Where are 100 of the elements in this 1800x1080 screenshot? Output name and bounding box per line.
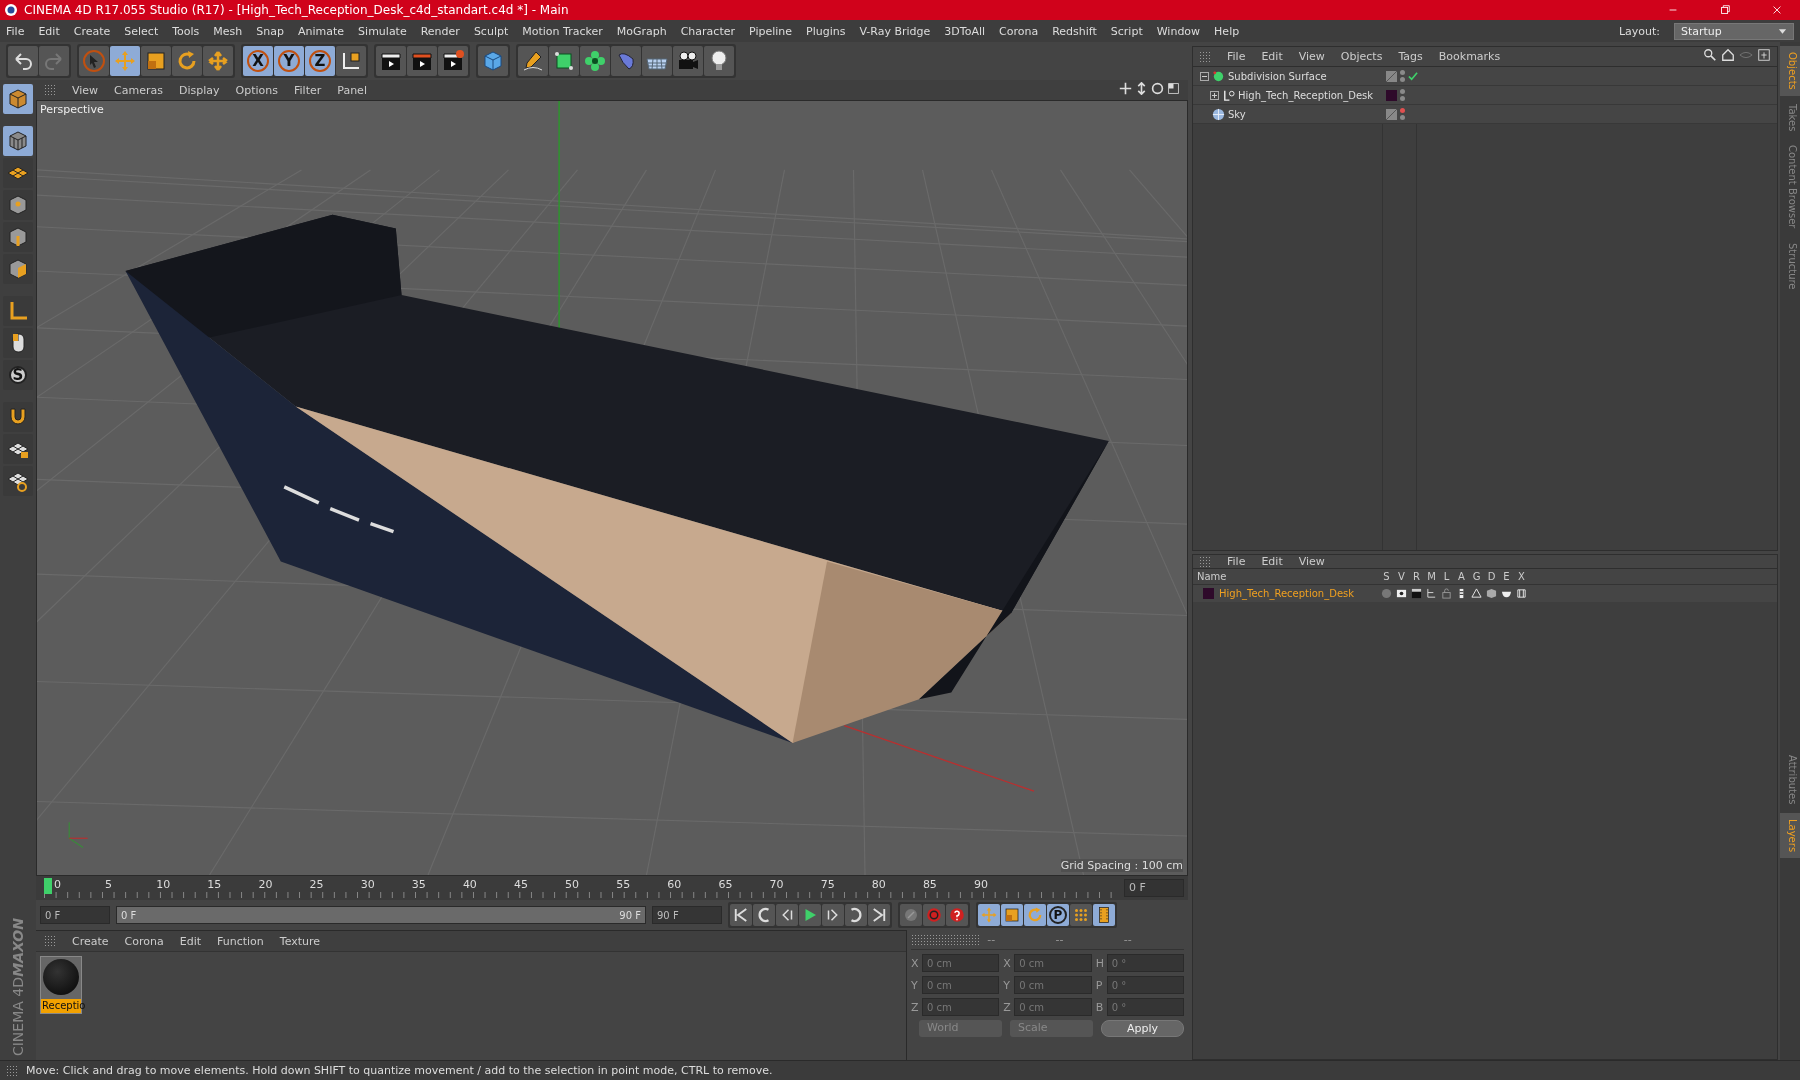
floor-grid-icon[interactable]: [642, 46, 672, 76]
menu-item[interactable]: Texture: [279, 934, 321, 948]
menu-item[interactable]: View: [1298, 50, 1325, 63]
object-name[interactable]: Subdivision Surface: [1228, 70, 1327, 82]
object-name[interactable]: High_Tech_Reception_Desk: [1238, 89, 1374, 101]
undo-icon[interactable]: [8, 46, 38, 76]
eye-icon[interactable]: [1394, 588, 1409, 599]
start-frame-field[interactable]: 0 F: [40, 906, 110, 924]
editable-toggle-icon[interactable]: [1386, 70, 1397, 82]
help-icon[interactable]: [946, 904, 968, 926]
menu-item[interactable]: Corona: [124, 934, 164, 948]
menu-item[interactable]: Simulate: [358, 24, 407, 38]
checkmark-icon[interactable]: [1408, 71, 1418, 81]
magnet-icon[interactable]: [3, 402, 33, 432]
visibility-dot[interactable]: [1400, 77, 1405, 82]
menu-item[interactable]: Help: [1214, 24, 1240, 38]
jump-to-end-icon[interactable]: [868, 904, 890, 926]
polygon-cube-icon[interactable]: [3, 254, 33, 284]
menu-item[interactable]: Snap: [256, 24, 284, 38]
menu-item[interactable]: Function: [217, 934, 264, 948]
next-key-icon[interactable]: [845, 904, 867, 926]
light-bulb-icon[interactable]: [704, 46, 734, 76]
restore-icon[interactable]: [1719, 4, 1731, 16]
menu-item[interactable]: Mesh: [213, 24, 243, 38]
menu-item[interactable]: Edit: [179, 934, 201, 948]
film-strip-icon[interactable]: [1093, 904, 1115, 926]
collapse-icon[interactable]: [1200, 71, 1209, 81]
menu-item[interactable]: Animate: [298, 24, 345, 38]
menu-item[interactable]: File: [1227, 50, 1246, 63]
camera-icon[interactable]: [673, 46, 703, 76]
menu-item[interactable]: Create: [73, 24, 111, 38]
visibility-dot[interactable]: [1400, 96, 1405, 101]
visibility-dot[interactable]: [1400, 70, 1405, 75]
clapperboard-icon[interactable]: [438, 46, 468, 76]
checkered-cube-icon[interactable]: [3, 126, 33, 156]
cube-icon[interactable]: [478, 46, 508, 76]
axis-toggle-button[interactable]: X: [243, 46, 273, 76]
end-frame-field[interactable]: 90 F: [652, 906, 722, 924]
rotate-icon[interactable]: [172, 46, 202, 76]
dolly-icon[interactable]: [1135, 82, 1148, 98]
menu-item[interactable]: Edit: [1261, 555, 1283, 568]
menu-item[interactable]: View: [72, 83, 99, 97]
menu-item[interactable]: Corona: [999, 24, 1039, 38]
menu-item[interactable]: Panel: [337, 83, 367, 97]
apply-button[interactable]: Apply: [1101, 1020, 1184, 1037]
frame-range-slider[interactable]: [117, 907, 645, 923]
menu-item[interactable]: V-Ray Bridge: [859, 24, 931, 38]
menu-item[interactable]: File: [6, 24, 25, 38]
scale-icon[interactable]: [141, 46, 171, 76]
layout-dropdown[interactable]: Startup: [1674, 22, 1794, 40]
menu-item[interactable]: Sculpt: [473, 24, 509, 38]
axis-toggle-button[interactable]: Y: [274, 46, 304, 76]
menu-item[interactable]: 3DToAll: [944, 24, 985, 38]
close-icon[interactable]: [1771, 4, 1783, 16]
timeline-ruler[interactable]: 0 5 10 15 20 25 30 35 40 45 50 55 60 65 70 75 80 85 90: [44, 876, 1120, 900]
record-icon[interactable]: [923, 904, 945, 926]
edge-cube-icon[interactable]: [3, 222, 33, 252]
menu-item[interactable]: Create: [72, 934, 109, 948]
pen-icon[interactable]: [518, 46, 548, 76]
point-cube-icon[interactable]: [3, 190, 33, 220]
cloner-icon[interactable]: [580, 46, 610, 76]
menu-item[interactable]: View: [1298, 555, 1325, 568]
jump-to-start-icon[interactable]: [730, 904, 752, 926]
box-icon[interactable]: [1484, 588, 1499, 599]
menu-item[interactable]: Objects: [1340, 50, 1383, 63]
parameter-key-button[interactable]: P: [1047, 904, 1069, 926]
axis-toggle-button[interactable]: Z: [305, 46, 335, 76]
menu-item[interactable]: Redshift: [1052, 24, 1097, 38]
menu-item[interactable]: Character: [680, 24, 735, 38]
grid-lock-icon[interactable]: [3, 434, 33, 464]
menu-item[interactable]: Script: [1110, 24, 1143, 38]
axis-icon[interactable]: [3, 296, 33, 326]
previous-key-icon[interactable]: [753, 904, 775, 926]
solo-dot-icon[interactable]: [1379, 588, 1394, 599]
menu-item[interactable]: Display: [179, 83, 220, 97]
menu-item[interactable]: Edit: [1261, 50, 1283, 63]
menu-item[interactable]: Plugins: [806, 24, 846, 38]
pyramid-icon[interactable]: [1469, 588, 1484, 599]
menu-item[interactable]: Filter: [294, 83, 322, 97]
playhead-marker[interactable]: [44, 878, 52, 894]
menu-item[interactable]: Cameras: [114, 83, 163, 97]
deformer-icon[interactable]: [611, 46, 641, 76]
clapperboard-icon[interactable]: [1409, 588, 1424, 599]
expand-icon[interactable]: [1210, 90, 1219, 100]
coordinate-system-icon[interactable]: [336, 46, 366, 76]
play-icon[interactable]: [799, 904, 821, 926]
menu-item[interactable]: MoGraph: [616, 24, 667, 38]
expression-icon[interactable]: [1514, 588, 1529, 599]
grid-plane-icon[interactable]: [3, 158, 33, 188]
cube-icon[interactable]: [3, 84, 33, 114]
step-back-icon[interactable]: [776, 904, 798, 926]
menu-item[interactable]: Edit: [38, 24, 60, 38]
layer-name[interactable]: High_Tech_Reception_Desk: [1219, 588, 1355, 599]
side-tab[interactable]: Objects: [1780, 46, 1800, 96]
step-forward-icon[interactable]: [822, 904, 844, 926]
current-frame-field[interactable]: 0 F: [1124, 879, 1184, 897]
visibility-dot[interactable]: [1400, 89, 1405, 94]
menu-item[interactable]: Motion Tracker: [522, 24, 603, 38]
menu-item[interactable]: File: [1227, 555, 1246, 568]
menu-item[interactable]: Tags: [1398, 50, 1423, 63]
